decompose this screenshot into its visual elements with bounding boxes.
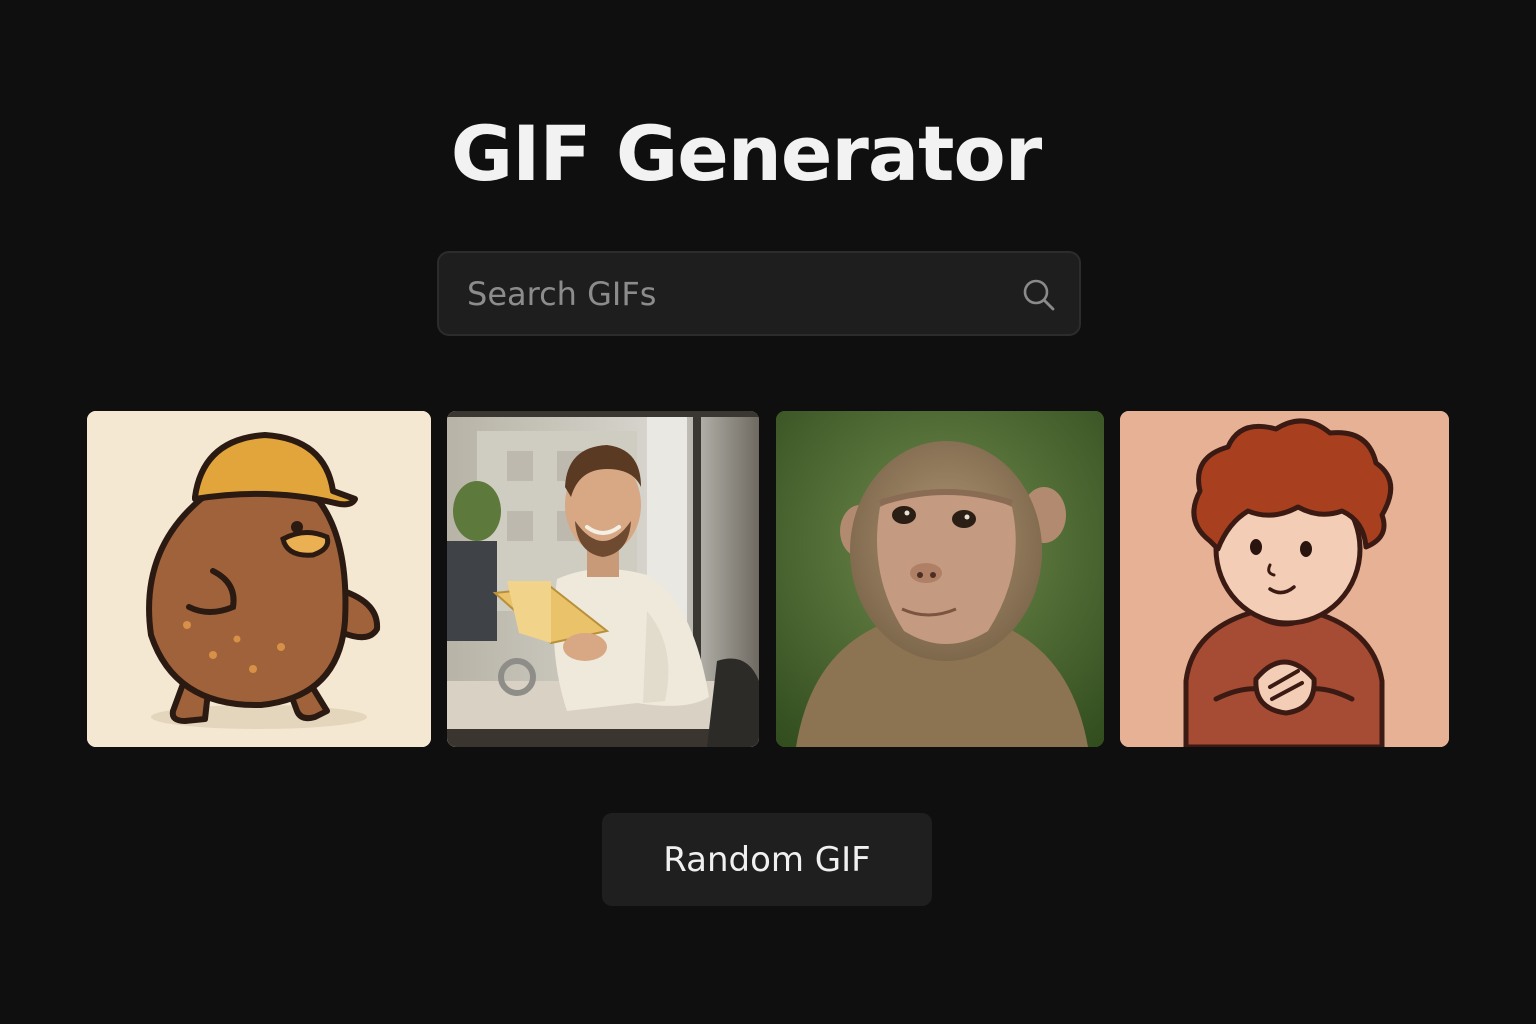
monkey-photo [776, 411, 1104, 747]
gif-result-duck[interactable] [87, 411, 431, 747]
search-input[interactable] [467, 253, 1007, 334]
gif-result-man-reading[interactable] [447, 411, 759, 747]
search-icon[interactable] [1021, 277, 1057, 313]
search-bar[interactable] [437, 251, 1081, 336]
page-title: GIF Generator [450, 109, 1042, 198]
duck-illustration [87, 411, 431, 747]
random-gif-button[interactable]: Random GIF [602, 813, 932, 906]
gif-result-boy[interactable] [1120, 411, 1449, 747]
gif-generator-page: GIF Generator Search GIFs Random GIF [0, 0, 1536, 1024]
man-reading-photo [447, 411, 759, 747]
boy-illustration [1120, 411, 1449, 747]
gif-result-monkey[interactable] [776, 411, 1104, 747]
